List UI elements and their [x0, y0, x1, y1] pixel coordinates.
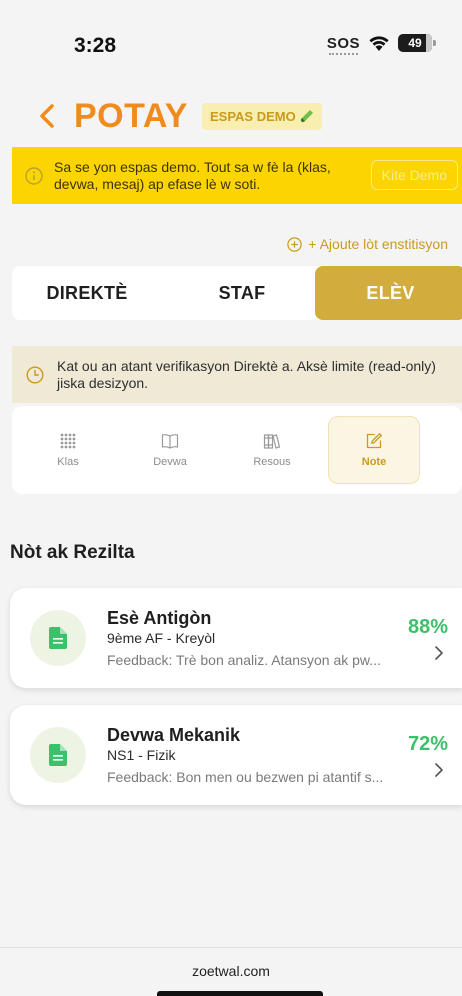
footer-domain[interactable]: zoetwal.com [0, 963, 462, 979]
battery-level: 49 [408, 36, 422, 50]
grade-feedback: Feedback: Bon men ou bezwen pi atantif s… [107, 769, 384, 785]
clock-icon [26, 366, 44, 384]
browser-footer: zoetwal.com [0, 947, 462, 996]
edit-note-icon [366, 433, 382, 449]
grid-dots-icon [60, 433, 76, 449]
tab-elev[interactable]: ELÈV [315, 266, 462, 320]
battery-icon: 49 [398, 34, 436, 52]
verification-text: Kat ou an atant verifikasyon Direktè a. … [57, 358, 436, 391]
demo-banner-text: Sa se yon espas demo. Tout sa w fè la (k… [54, 159, 331, 192]
wifi-icon [369, 36, 389, 51]
info-icon [25, 167, 43, 185]
student-nav: Klas Devwa Resous Note [12, 406, 462, 494]
book-open-icon [161, 434, 179, 449]
status-bar: 3:28 SOS 49 [0, 0, 462, 90]
demo-badge-label: ESPAS DEMO [209, 108, 296, 124]
library-icon [263, 434, 281, 449]
grade-title: Esè Antigòn [107, 608, 212, 628]
grade-title: Devwa Mekanik [107, 725, 241, 745]
nav-label-note: Note [361, 456, 387, 468]
grade-score: 72% [407, 733, 448, 755]
nav-label-resous: Resous [253, 456, 291, 468]
nav-item-note[interactable]: Note [328, 416, 420, 484]
test-tube-icon [300, 110, 313, 123]
nav-item-devwa[interactable]: Devwa [124, 416, 216, 484]
chevron-right-icon [435, 763, 443, 777]
add-institution-label: + Ajoute lòt enstitisyon [308, 236, 448, 252]
home-indicator[interactable] [157, 991, 323, 996]
grade-feedback: Feedback: Trè bon analiz. Atansyon ak pw… [107, 652, 381, 668]
role-tabs: DIREKTÈ STAF ELÈV [12, 266, 462, 320]
status-time: 3:28 [74, 34, 117, 57]
tab-staf[interactable]: STAF [172, 266, 312, 320]
grade-card[interactable]: Devwa Mekanik NS1 - Fizik Feedback: Bon … [10, 705, 462, 805]
exit-demo-button[interactable]: Kite Demo [370, 160, 458, 190]
nav-label-devwa: Devwa [153, 456, 187, 468]
chevron-right-icon [435, 646, 443, 660]
document-icon [49, 744, 67, 766]
nav-item-resous[interactable]: Resous [226, 416, 318, 484]
plus-circle-icon [287, 236, 302, 252]
add-institution-link[interactable]: + Ajoute lòt enstitisyon [287, 236, 448, 252]
nav-label-klas: Klas [57, 456, 79, 468]
verification-notice: Kat ou an atant verifikasyon Direktè a. … [12, 346, 462, 403]
grade-score: 88% [407, 616, 448, 638]
app-title: POTAY [74, 96, 188, 135]
grade-subtitle: NS1 - Fizik [107, 747, 176, 763]
section-title: Nòt ak Rezilta [10, 542, 135, 563]
document-icon-badge [30, 727, 86, 783]
back-chevron-icon[interactable] [36, 101, 58, 131]
grade-card[interactable]: Esè Antigòn 9ème AF - Kreyòl Feedback: T… [10, 588, 462, 688]
tab-direkte[interactable]: DIREKTÈ [12, 266, 162, 320]
app-header: POTAY ESPAS DEMO [36, 96, 322, 136]
demo-badge: ESPAS DEMO [201, 102, 322, 130]
document-icon-badge [30, 610, 86, 666]
document-icon [49, 627, 67, 649]
sos-indicator: SOS [326, 34, 360, 55]
demo-banner: Sa se yon espas demo. Tout sa w fè la (k… [12, 147, 462, 204]
status-indicators: SOS 49 [326, 34, 436, 55]
grade-subtitle: 9ème AF - Kreyòl [107, 630, 216, 646]
nav-item-klas[interactable]: Klas [22, 416, 114, 484]
